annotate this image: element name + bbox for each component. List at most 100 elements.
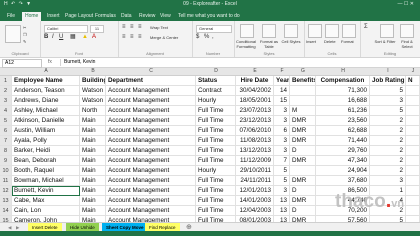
row-header[interactable]: 4 (0, 106, 12, 116)
table-cell[interactable]: 15 (274, 96, 290, 106)
table-cell[interactable]: Account Management (106, 206, 196, 216)
delete-cells-icon[interactable] (325, 24, 339, 38)
table-cell[interactable]: 37,680 (316, 176, 370, 186)
table-cell[interactable]: 2 (370, 116, 406, 126)
table-cell[interactable]: 16,688 (316, 96, 370, 106)
column-header-g[interactable]: G (290, 68, 317, 76)
row-header[interactable]: 2 (0, 86, 12, 96)
tab-view[interactable]: View (157, 12, 174, 21)
tab-insert[interactable]: Insert (44, 12, 63, 21)
format-cells-icon[interactable] (342, 24, 356, 38)
table-cell[interactable]: D (290, 206, 316, 216)
table-cell[interactable] (406, 206, 420, 216)
table-cell[interactable]: 71,440 (316, 136, 370, 146)
tell-me-search[interactable]: Tell me what you want to do (178, 12, 240, 21)
tab-file[interactable]: File (4, 12, 18, 21)
table-cell[interactable]: 18/05/2001 (236, 96, 274, 106)
table-cell[interactable]: Account Management (106, 126, 196, 136)
bold-icon[interactable]: B (44, 34, 48, 40)
formula-input[interactable]: Burnett, Kevin (60, 59, 418, 66)
copy-icon[interactable]: ❐ (23, 32, 27, 37)
table-cell[interactable]: 11/12/2009 (236, 156, 274, 166)
number-format-select[interactable]: General (196, 25, 232, 33)
table-cell[interactable]: Account Management (106, 176, 196, 186)
table-cell[interactable]: 14 (274, 86, 290, 96)
table-cell[interactable]: Full Time (196, 206, 236, 216)
conditional-formatting-icon[interactable] (240, 24, 254, 38)
table-cell[interactable]: Main (80, 116, 106, 126)
table-cell[interactable]: 13/12/2013 (236, 146, 274, 156)
table-cell[interactable]: D (290, 146, 316, 156)
table-cell[interactable]: 5 (370, 86, 406, 96)
table-cell[interactable]: 14/01/2003 (236, 196, 274, 206)
column-header-d[interactable]: D (196, 68, 237, 76)
row-header[interactable]: 8 (0, 146, 12, 156)
table-cell[interactable]: Account Management (106, 146, 196, 156)
table-cell[interactable]: Full Time (196, 176, 236, 186)
cell-styles-icon[interactable] (284, 24, 298, 38)
column-header-i[interactable]: I (370, 68, 407, 76)
table-cell[interactable]: Account Management (106, 86, 196, 96)
table-cell[interactable]: 30/04/2002 (236, 86, 274, 96)
table-cell[interactable]: 6 (274, 126, 290, 136)
table-cell[interactable]: Bean, Deborah (12, 156, 80, 166)
table-cell[interactable]: Barker, Heidi (12, 146, 80, 156)
table-cell[interactable]: Full Time (196, 106, 236, 116)
align-center-icon[interactable]: ≡ (130, 34, 134, 40)
table-cell[interactable]: 29/10/2011 (236, 166, 274, 176)
table-cell[interactable]: Account Management (106, 166, 196, 176)
row-header[interactable]: 6 (0, 126, 12, 136)
row-header[interactable]: 3 (0, 96, 12, 106)
table-cell[interactable]: Main (80, 166, 106, 176)
row-header[interactable]: 7 (0, 136, 12, 146)
table-cell[interactable]: 3 (274, 186, 290, 196)
table-cell[interactable]: Watson (80, 96, 106, 106)
column-header-h[interactable]: H (316, 68, 371, 76)
table-cell[interactable]: Full Time (196, 136, 236, 146)
tab-home[interactable]: Home (22, 12, 42, 21)
conditional-formatting-button[interactable]: Conditional Formatting (234, 39, 258, 49)
table-cell[interactable]: Contract (196, 86, 236, 96)
table-cell[interactable]: 2 (370, 166, 406, 176)
table-cell[interactable]: Andrews, Diane (12, 96, 80, 106)
table-cell[interactable]: 12/01/2013 (236, 186, 274, 196)
table-cell[interactable]: 3 (274, 146, 290, 156)
table-cell[interactable]: 23/12/2013 (236, 116, 274, 126)
table-cell[interactable]: M (290, 106, 316, 116)
table-cell[interactable]: DMR (290, 126, 316, 136)
underline-icon[interactable]: U (59, 34, 63, 40)
table-cell[interactable] (406, 156, 420, 166)
table-cell[interactable]: Full Time (196, 126, 236, 136)
table-cell[interactable] (406, 116, 420, 126)
header-cell[interactable]: Status (196, 76, 236, 86)
table-cell[interactable] (406, 106, 420, 116)
table-cell[interactable]: Main (80, 136, 106, 146)
table-cell[interactable]: Cain, Lon (12, 206, 80, 216)
row-header[interactable]: 13 (0, 196, 12, 206)
table-cell[interactable]: 5 (274, 166, 290, 176)
table-cell[interactable]: 2 (370, 146, 406, 156)
table-cell[interactable] (406, 96, 420, 106)
format-as-table-icon[interactable] (262, 24, 276, 38)
column-header-c[interactable]: C (106, 68, 197, 76)
table-cell[interactable]: 3 (274, 106, 290, 116)
format-button[interactable]: Format (341, 39, 354, 44)
paste-icon[interactable] (5, 25, 21, 43)
table-cell[interactable]: DMR (290, 116, 316, 126)
header-cell[interactable]: Department (106, 76, 196, 86)
row-header[interactable]: 14 (0, 206, 12, 216)
column-header-f[interactable]: F (274, 68, 291, 76)
table-cell[interactable]: 07/06/2010 (236, 126, 274, 136)
name-box[interactable]: A12 (2, 59, 42, 68)
tab-page-layout[interactable]: Page Layout (62, 12, 96, 21)
table-cell[interactable]: DMR (290, 176, 316, 186)
table-cell[interactable] (290, 96, 316, 106)
table-cell[interactable]: Account Management (106, 116, 196, 126)
header-cell[interactable]: Employee Name (12, 76, 80, 86)
align-left-icon[interactable]: ≡ (122, 34, 126, 40)
table-cell[interactable]: DMR (290, 196, 316, 206)
table-cell[interactable]: 2 (370, 136, 406, 146)
table-cell[interactable]: Account Management (106, 106, 196, 116)
table-cell[interactable]: 7 (274, 156, 290, 166)
table-cell[interactable]: Main (80, 176, 106, 186)
